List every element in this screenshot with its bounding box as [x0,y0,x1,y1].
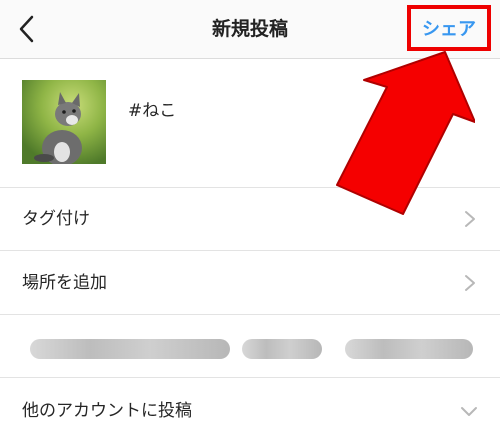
post-to-other-accounts-label: 他のアカウントに投稿 [22,401,192,421]
chevron-right-icon [465,275,475,291]
red-arrow-annotation [336,51,475,215]
post-thumbnail [22,80,106,164]
location-suggestion-blurred[interactable] [30,339,230,359]
location-suggestion-blurred[interactable] [242,339,322,359]
chevron-down-icon [461,407,477,416]
location-suggestion-blurred[interactable] [345,339,473,359]
tag-people-label: タグ付け [22,209,90,229]
post-caption[interactable]: #ねこ [128,96,176,121]
cat-photo [34,92,82,164]
add-location-label: 場所を追加 [22,273,107,293]
post-to-other-accounts-row[interactable]: 他のアカウントに投稿 [0,378,500,438]
add-location-row[interactable]: 場所を追加 [0,251,500,315]
